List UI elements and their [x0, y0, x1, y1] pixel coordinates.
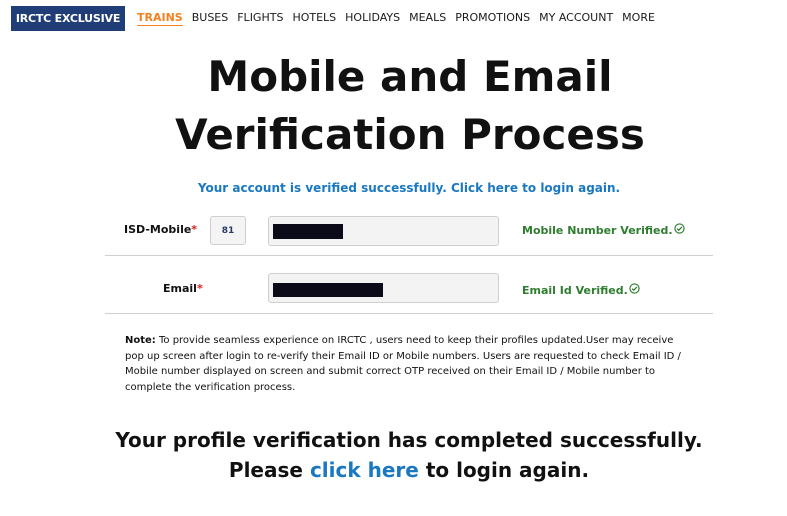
login-again-link[interactable]: Your account is verified successfully. C…: [0, 181, 787, 195]
required-mark: *: [196, 282, 203, 295]
nav-more[interactable]: MORE: [622, 11, 655, 26]
nav-holidays[interactable]: HOLIDAYS: [345, 11, 400, 26]
email-row: Email* Email Id Verified.: [105, 256, 713, 314]
check-circle-icon: [629, 283, 640, 297]
completion-line2: Please click here to login again.: [0, 455, 787, 485]
redacted-mobile-number: [273, 224, 343, 239]
mobile-label-text: ISD-Mobile: [124, 223, 192, 236]
mobile-status-text: Mobile Number Verified.: [522, 224, 673, 237]
mobile-number-field[interactable]: [268, 216, 499, 246]
redacted-email: [273, 283, 383, 297]
nav-buses[interactable]: BUSES: [192, 11, 229, 26]
note-prefix: Note:: [125, 335, 156, 346]
nav-my-account[interactable]: MY ACCOUNT: [539, 11, 613, 26]
completion-post: to login again.: [418, 458, 590, 482]
email-label: Email*: [163, 282, 203, 295]
nav-hotels[interactable]: HOTELS: [292, 11, 336, 26]
mobile-label: ISD-Mobile*: [124, 223, 197, 236]
page-title: Mobile and Email Verification Process: [0, 48, 787, 164]
required-mark: *: [191, 223, 198, 236]
nav-meals[interactable]: MEALS: [409, 11, 446, 26]
nav-flights[interactable]: FLIGHTS: [237, 11, 283, 26]
irctc-exclusive-badge[interactable]: IRCTC EXCLUSIVE: [11, 6, 125, 31]
mobile-verified-status: Mobile Number Verified.: [522, 223, 685, 237]
nav-trains[interactable]: TRAINS: [137, 11, 183, 26]
main-nav: TRAINS BUSES FLIGHTS HOTELS HOLIDAYS MEA…: [137, 11, 664, 26]
isd-code-field[interactable]: 81: [210, 216, 246, 245]
email-status-text: Email Id Verified.: [522, 284, 628, 297]
email-field[interactable]: [268, 273, 499, 303]
nav-promotions[interactable]: PROMOTIONS: [455, 11, 530, 26]
note-text: To provide seamless experience on IRCTC …: [125, 335, 681, 393]
email-verified-status: Email Id Verified.: [522, 283, 640, 297]
completion-line1: Your profile verification has completed …: [115, 428, 703, 452]
check-circle-icon: [673, 223, 685, 237]
email-label-text: Email: [163, 282, 197, 295]
page-title-line2: Verification Process: [175, 110, 645, 159]
completion-pre: Please: [228, 458, 310, 482]
completion-message: Your profile verification has completed …: [0, 425, 787, 485]
click-here-link[interactable]: click here: [310, 458, 419, 482]
mobile-row: ISD-Mobile* 81 Mobile Number Verified.: [105, 207, 713, 256]
page-title-line1: Mobile and Email: [207, 52, 613, 101]
verification-note: Note: To provide seamless experience on …: [125, 333, 695, 395]
